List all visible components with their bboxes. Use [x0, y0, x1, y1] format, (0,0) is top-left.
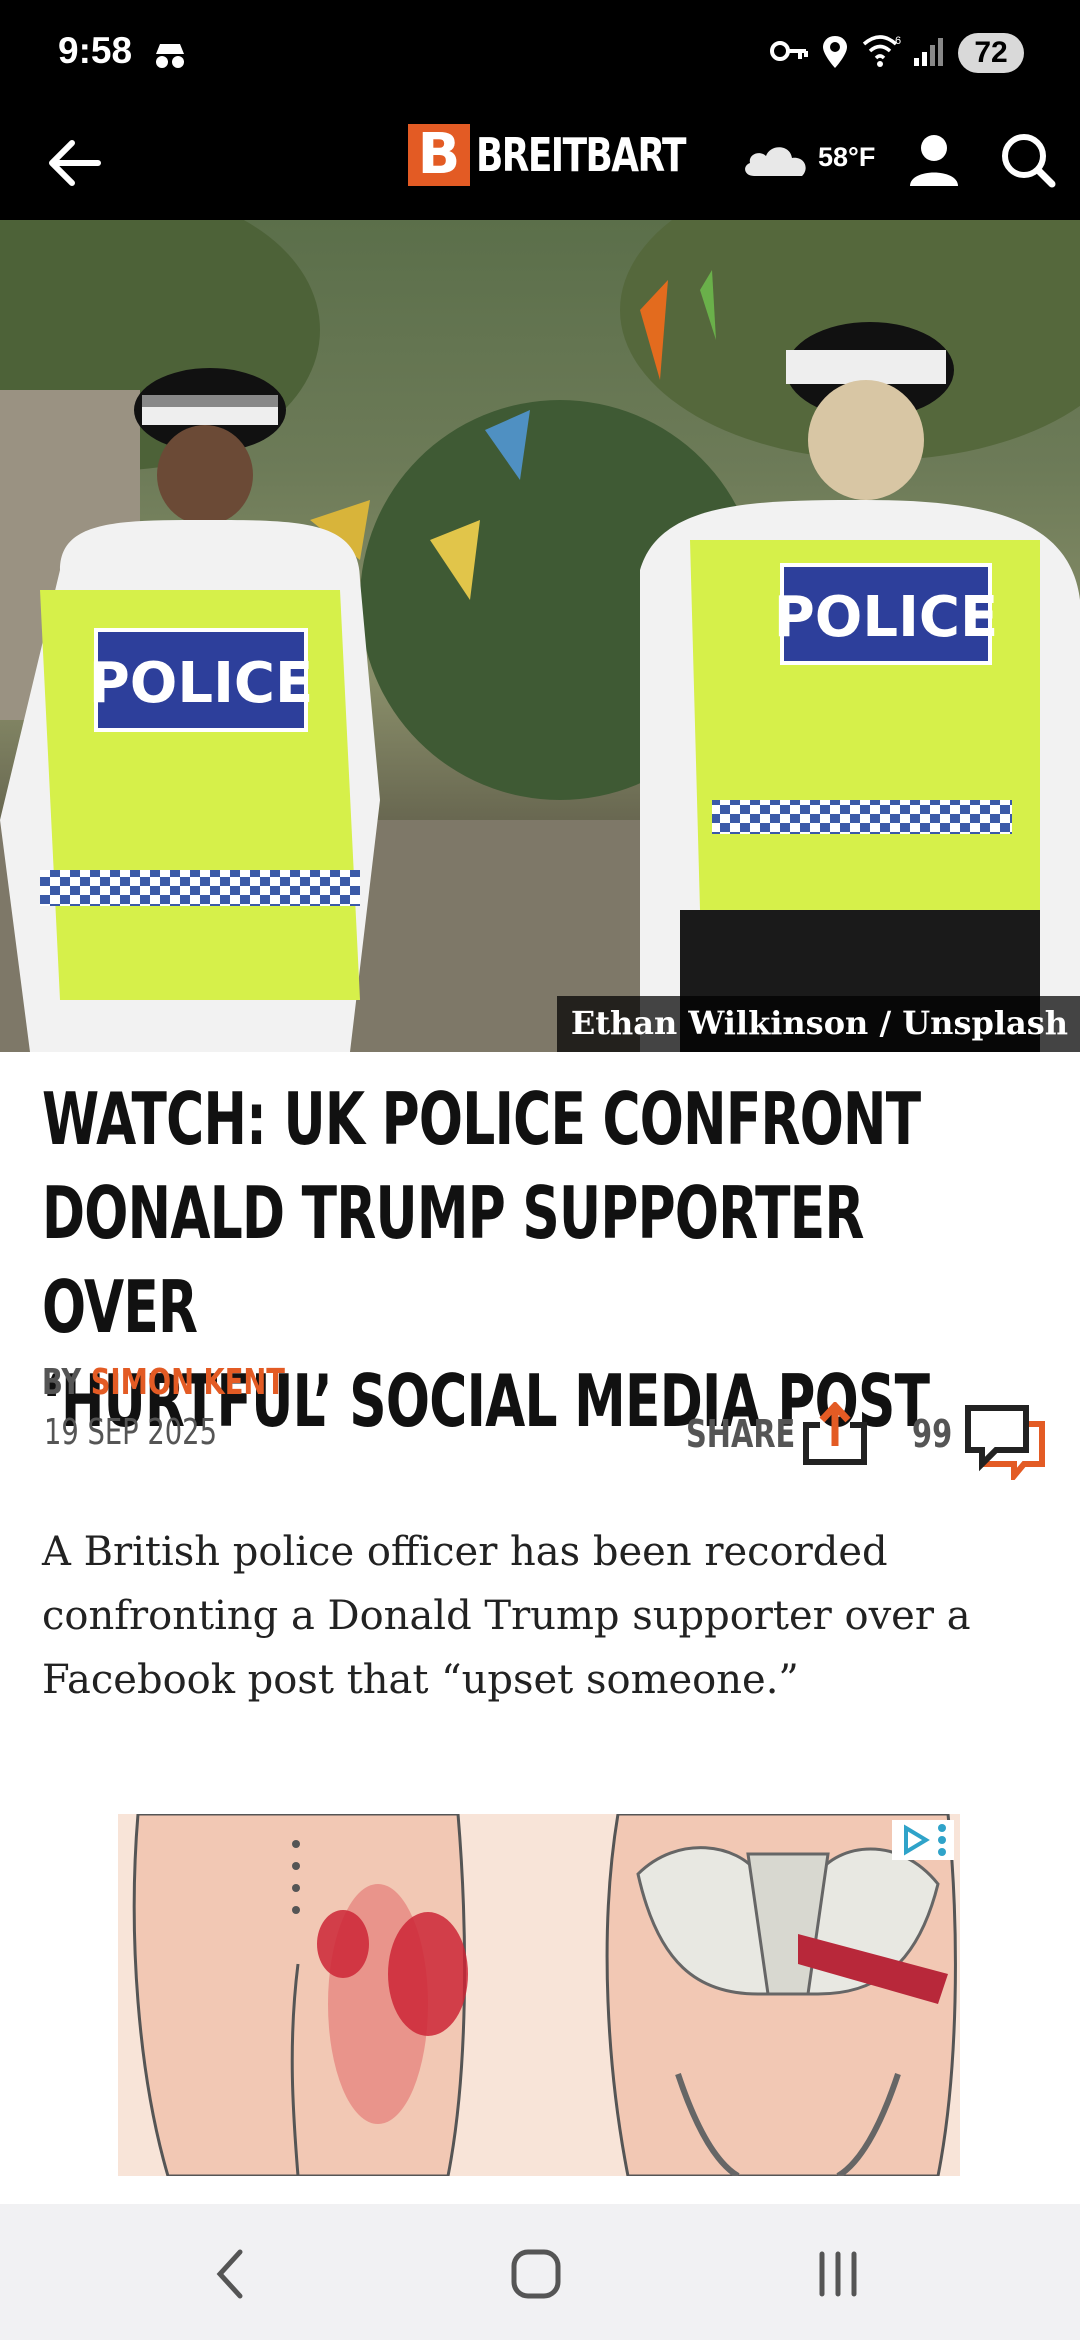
byline: BY SIMON KENT — [42, 1362, 285, 1403]
nav-home-button[interactable] — [496, 2244, 576, 2304]
advertisement[interactable] — [118, 1814, 960, 2176]
headline-line: DONALD TRUMP SUPPORTER OVER — [42, 1171, 864, 1349]
weather-temperature: 58°F — [818, 142, 876, 172]
incognito-icon — [152, 40, 188, 75]
signal-icon — [912, 36, 946, 73]
search-button[interactable] — [998, 130, 1058, 190]
ad-choices[interactable] — [892, 1820, 954, 1860]
search-icon — [1002, 134, 1056, 188]
comments-button[interactable] — [964, 1404, 1046, 1485]
author-link[interactable]: SIMON KENT — [91, 1362, 285, 1403]
photo-credit: Ethan Wilkinson / Unsplash — [556, 996, 1080, 1052]
publish-date: 19 SEP 2025 — [44, 1412, 217, 1453]
share-icon — [803, 1400, 867, 1465]
back-arrow-icon — [49, 140, 101, 186]
vest-label-right: POLICE — [774, 585, 999, 650]
account-button[interactable] — [904, 130, 964, 190]
share-button[interactable] — [802, 1400, 868, 1466]
ad-menu-icon — [938, 1824, 946, 1856]
by-label: BY — [42, 1362, 82, 1403]
nav-back-button[interactable] — [194, 2244, 274, 2304]
hero-photo: POLICE POLICE — [0, 220, 1080, 1052]
vest-label-left: POLICE — [89, 651, 314, 716]
headline-line: WATCH: UK POLICE CONFRONT — [42, 1077, 921, 1161]
nav-back-icon — [216, 2249, 243, 2299]
ad-illustration — [118, 1814, 960, 2176]
status-time: 9:58 — [58, 30, 133, 71]
app-header: B BREITBART 58°F — [0, 114, 1080, 220]
system-nav-bar — [0, 2204, 1080, 2340]
user-icon — [910, 135, 958, 186]
comment-bubble-icon — [965, 1405, 1045, 1485]
share-label[interactable]: SHARE — [686, 1412, 795, 1456]
hero-image[interactable]: POLICE POLICE Ethan Wilkinson / Unsplash — [0, 220, 1080, 1052]
location-icon — [820, 34, 850, 75]
cloud-icon — [740, 136, 814, 187]
nav-recents-button[interactable] — [798, 2244, 878, 2304]
nav-home-icon — [511, 2249, 561, 2299]
status-bar: 9:58 6 72 — [0, 0, 1080, 114]
comment-count[interactable]: 99 — [912, 1412, 952, 1456]
article-lede: A British police officer has been record… — [42, 1529, 971, 1703]
logo-mark: B — [408, 124, 470, 186]
battery-indicator: 72 — [958, 33, 1024, 73]
back-button[interactable] — [40, 128, 110, 198]
logo-wordmark: BREITBART — [476, 128, 686, 182]
vpn-key-icon — [770, 36, 810, 71]
wifi-6-icon: 6 — [862, 34, 904, 73]
svg-text:6: 6 — [895, 35, 901, 47]
nav-recents-icon — [819, 2251, 857, 2297]
